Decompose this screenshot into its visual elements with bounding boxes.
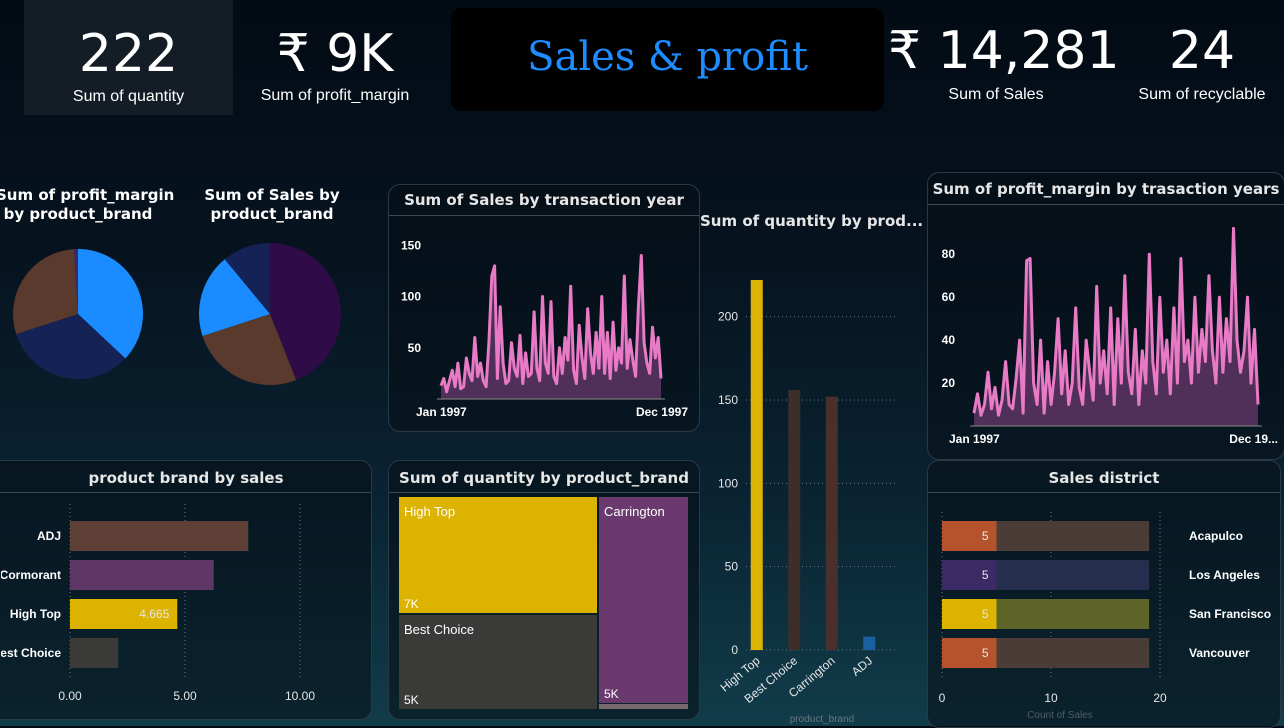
bar-cormorant[interactable] (70, 560, 214, 590)
x-tick-label: 0 (939, 691, 946, 705)
x-tick-label: 10.00 (285, 689, 315, 703)
bar-chart-brand-by-sales[interactable]: 0.00 5.00 10.00 ADJ Cormorant High Top Best Ch… (1, 494, 369, 716)
pie-svg[interactable] (0, 236, 160, 386)
title-divider (389, 492, 699, 493)
chart-title: Sum of quantity by prod... (700, 212, 924, 230)
district-label: Vancouver (1189, 646, 1250, 660)
kpi-label: Sum of profit_margin (260, 87, 410, 104)
y-tick-label: 60 (942, 290, 956, 304)
x-tick-label: Jan 1997 (949, 432, 1000, 446)
data-label: 4.665 (139, 607, 169, 621)
x-axis-title: Count of Sales (1027, 710, 1093, 721)
column-high-top[interactable] (750, 280, 763, 650)
line-chart-profit-by-year[interactable]: 20 40 60 80 Jan 1997 Dec 19... (928, 206, 1284, 456)
bar-adj[interactable] (70, 521, 249, 551)
chart-title-line2: by product_brand (3, 205, 153, 223)
chart-title: Sum of Sales by transaction year (404, 191, 684, 209)
kpi-label: Sum of Sales (948, 86, 1044, 103)
line-chart-sales-by-year[interactable]: 50 100 150 Jan 1997 Dec 1997 (389, 217, 699, 427)
y-tick-label: Cormorant (1, 568, 61, 582)
panel-sales-by-year[interactable]: Sum of Sales by transaction year 50 100 15… (388, 184, 700, 432)
x-tick-label: ADJ (849, 654, 875, 679)
x-tick-label: 10 (1044, 691, 1058, 705)
kpi-value: ₹ 9K (276, 24, 394, 84)
y-tick-label: 20 (942, 376, 956, 390)
kpi-label: Sum of recyclable (1138, 86, 1266, 103)
bar-chart-sales-district[interactable]: 0 10 20 5 Acapulco 5 Los Angeles 5 San Francisco… (928, 494, 1280, 724)
x-tick-label: Jan 1997 (416, 405, 467, 419)
y-tick-label: ADJ (37, 529, 61, 543)
kpi-card-quantity[interactable]: 222 Sum of quantity (24, 0, 233, 115)
chart-title: Sum of quantity by product_brand (399, 469, 689, 487)
chart-title: Sales district (1048, 469, 1160, 487)
header-title-card: Sales & profit (451, 8, 884, 111)
x-tick-label: 20 (1153, 691, 1167, 705)
title-divider (928, 492, 1280, 493)
title-divider (389, 215, 699, 216)
y-tick-label: 0 (731, 643, 738, 657)
x-tick-label: Dec 19... (1229, 432, 1278, 446)
title-divider (928, 204, 1284, 205)
title-divider (0, 492, 371, 493)
y-tick-label: 40 (942, 333, 956, 347)
district-label: Acapulco (1189, 529, 1243, 543)
panel-sales-district[interactable]: Sales district 0 10 20 5 Acapulco 5 Los Angele… (927, 460, 1281, 728)
kpi-label: Sum of quantity (72, 88, 185, 105)
column-best-choice[interactable] (788, 390, 801, 650)
tile-value: 5K (604, 687, 619, 701)
x-tick-label: 5.00 (173, 689, 197, 703)
x-axis-title: product_brand (790, 714, 855, 725)
tile-name: Best Choice (404, 622, 475, 637)
kpi-card-recyclable[interactable]: 24 Sum of recyclable (1128, 0, 1276, 115)
y-tick-label: 100 (718, 476, 738, 490)
y-tick-label: 100 (401, 290, 421, 304)
data-label: 5 (982, 646, 989, 660)
kpi-card-sales[interactable]: ₹ 14,281 Sum of Sales (888, 0, 1120, 115)
pie-chart-profit-margin-by-brand[interactable]: Sum of profit_margin by product_brand (0, 180, 175, 400)
kpi-value: ₹ 14,281 (888, 21, 1120, 81)
treemap-tile-best-choice[interactable]: Best Choice 5K (399, 615, 597, 709)
bar-best-choice[interactable] (70, 638, 119, 668)
y-tick-label: 80 (942, 247, 956, 261)
tile-value: 5K (404, 693, 419, 707)
treemap-tile-high-top[interactable]: High Top 7K (399, 497, 597, 613)
y-tick-label: Best Choice (1, 646, 61, 660)
chart-title-line1: Sum of Sales by (204, 186, 340, 204)
kpi-value: 24 (1168, 21, 1236, 81)
pie-chart-sales-by-brand[interactable]: Sum of Sales by product_brand (192, 180, 352, 400)
y-tick-label: 50 (725, 560, 739, 574)
y-tick-label: 150 (718, 393, 738, 407)
column-carrington[interactable] (825, 396, 838, 650)
kpi-card-profit-margin[interactable]: ₹ 9K Sum of profit_margin (240, 0, 430, 115)
tile-value: 7K (404, 597, 419, 611)
chart-title-line1: Sum of profit_margin (0, 186, 175, 204)
tile-name: High Top (404, 504, 456, 519)
y-tick-label: High Top (10, 607, 61, 621)
chart-title: product brand by sales (88, 469, 284, 487)
data-label: 5 (982, 568, 989, 582)
panel-treemap-quantity[interactable]: Sum of quantity by product_brand High To… (388, 460, 700, 720)
x-tick-label: 0.00 (58, 689, 82, 703)
data-label: 5 (982, 607, 989, 621)
data-label: 5 (982, 529, 989, 543)
chart-title-line2: product_brand (210, 205, 334, 223)
page-title: Sales & profit (527, 34, 808, 80)
pie-svg[interactable] (192, 236, 352, 386)
column-chart-quantity[interactable]: 050100150200High TopBest ChoiceCarringto… (700, 240, 910, 726)
panel-brand-by-sales[interactable]: product brand by sales 0.00 5.00 10.00 ADJ C… (0, 460, 372, 720)
y-tick-label: 50 (408, 341, 422, 355)
kpi-value: 222 (78, 24, 179, 84)
treemap-tile-carrington[interactable]: Carrington 5K (599, 497, 688, 703)
treemap-tile-small[interactable] (599, 704, 688, 709)
column-adj[interactable] (863, 636, 876, 650)
y-tick-label: 150 (401, 238, 421, 252)
x-tick-label: Dec 1997 (636, 405, 688, 419)
panel-quantity-by-product[interactable]: Sum of quantity by prod... 0 50 100 150 200 H… (700, 200, 924, 726)
district-label: San Francisco (1189, 607, 1271, 621)
y-tick-label: 200 (718, 310, 738, 324)
tile-name: Carrington (604, 504, 665, 519)
district-label: Los Angeles (1189, 568, 1260, 582)
chart-title: Sum of profit_margin by trasaction years (932, 180, 1280, 198)
panel-profit-by-year[interactable]: Sum of profit_margin by trasaction years… (927, 172, 1284, 460)
